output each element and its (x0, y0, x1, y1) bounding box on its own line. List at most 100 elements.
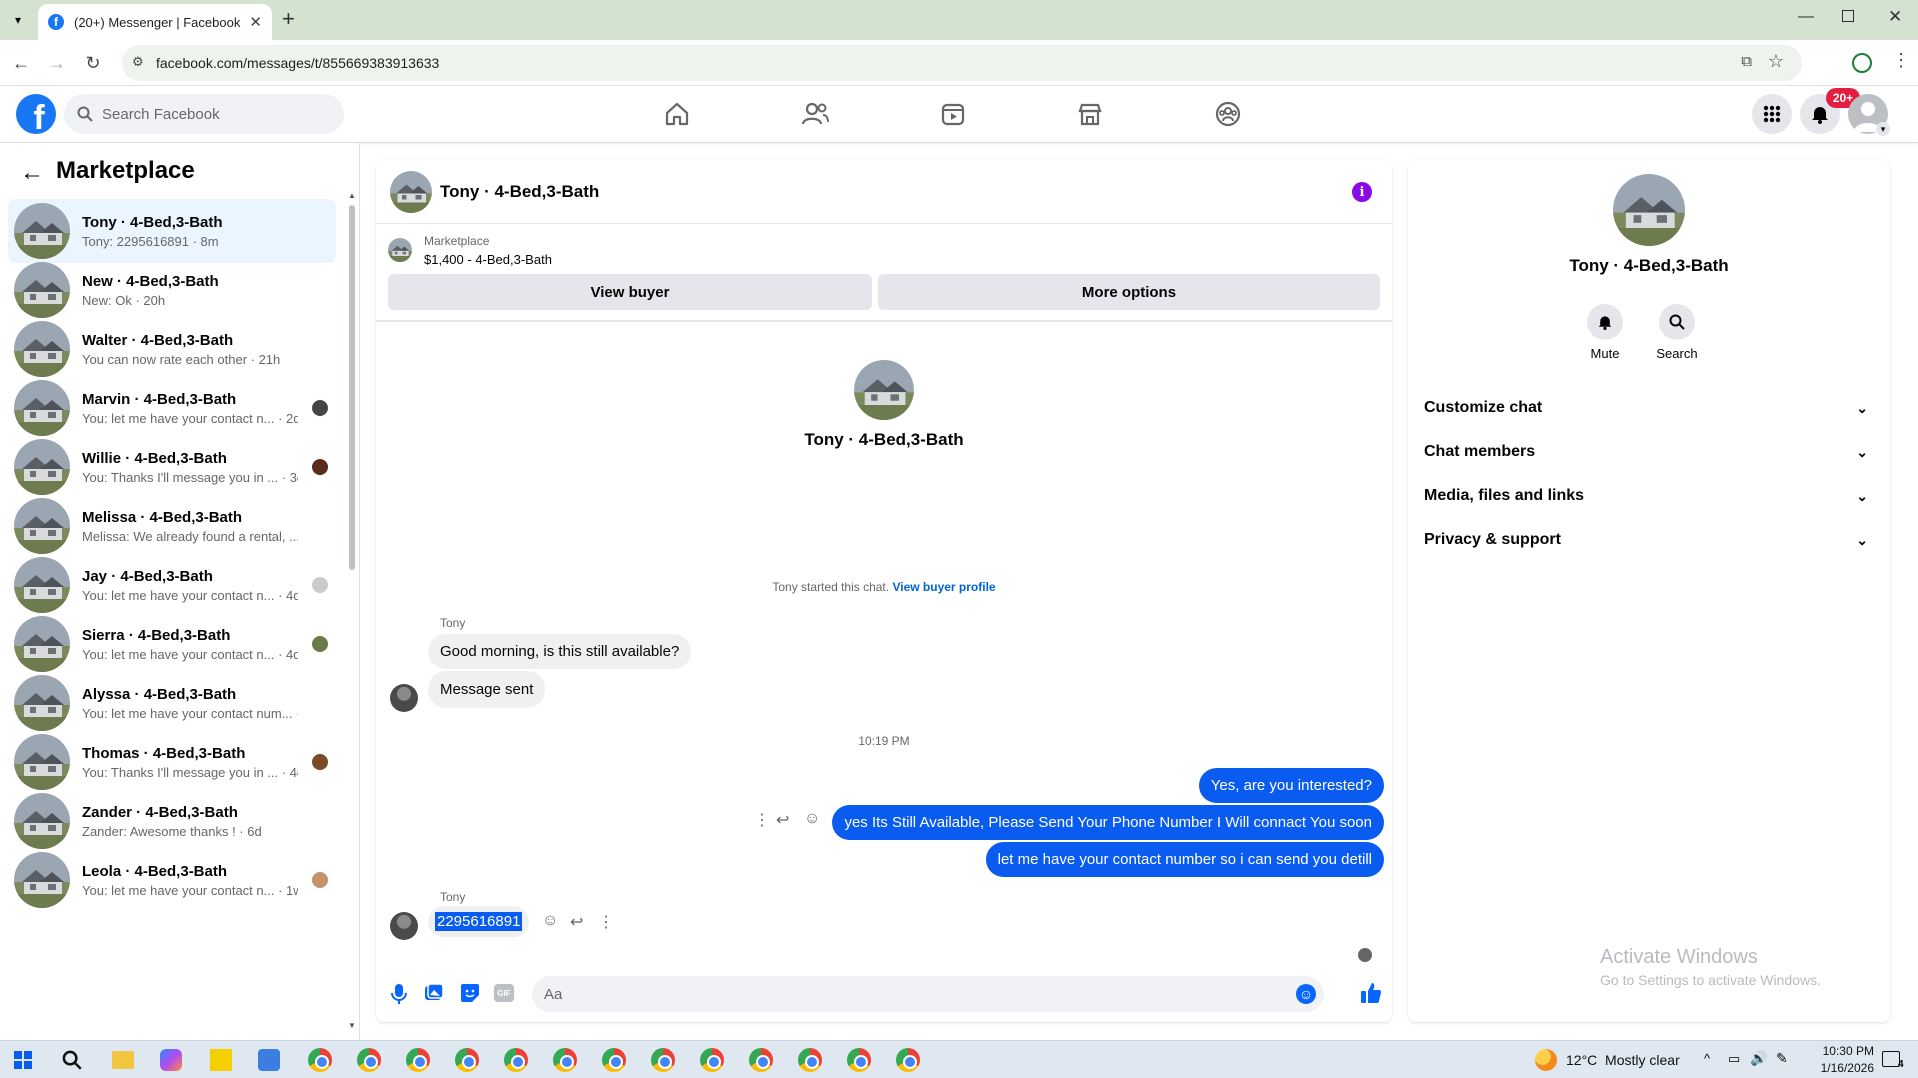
mute-button[interactable]: Mute (1580, 304, 1630, 361)
details-section-media-files-and-links[interactable]: Media, files and links ⌄ (1424, 476, 1874, 516)
chrome-taskbar-icon[interactable] (455, 1048, 479, 1072)
message-incoming[interactable]: Message sent (428, 671, 546, 708)
copilot-icon[interactable] (160, 1049, 182, 1071)
message-input[interactable]: Aa ☺ (532, 976, 1324, 1012)
chrome-taskbar-icon[interactable] (896, 1048, 920, 1072)
conversation-info-icon[interactable]: i (1352, 182, 1372, 202)
message-outgoing[interactable]: let me have your contact number so i can… (985, 842, 1384, 877)
gif-icon[interactable]: GIF (494, 984, 514, 1002)
chrome-taskbar-icon[interactable] (504, 1048, 528, 1072)
conversation-item[interactable]: Melissa · 4-Bed,3-Bath Melissa: We alread… (8, 494, 336, 558)
chrome-taskbar-icon[interactable] (847, 1048, 871, 1072)
window-restore-icon[interactable] (1842, 10, 1854, 22)
groups-nav-icon[interactable] (1208, 96, 1248, 132)
app-icon[interactable] (258, 1049, 280, 1071)
scroll-up-icon[interactable]: ▲ (348, 191, 356, 200)
chrome-taskbar-icon[interactable] (406, 1048, 430, 1072)
chrome-taskbar-icon[interactable] (357, 1048, 381, 1072)
forward-icon[interactable]: → (44, 50, 70, 76)
sticky-notes-icon[interactable] (210, 1049, 232, 1071)
message-outgoing[interactable]: Yes, are you interested? (1198, 768, 1384, 803)
chrome-taskbar-icon[interactable] (553, 1048, 577, 1072)
emoji-icon[interactable]: ☺ (1296, 984, 1316, 1004)
intro-avatar[interactable] (854, 360, 914, 420)
weather-icon[interactable] (1535, 1049, 1557, 1071)
more-options-button[interactable]: More options (878, 274, 1380, 310)
conversation-item[interactable]: Tony · 4-Bed,3-Bath Tony: 2295616891 · 8m (8, 199, 336, 263)
view-buyer-profile-link[interactable]: View buyer profile (892, 580, 995, 594)
reply-icon[interactable]: ↩ (570, 912, 583, 932)
back-icon[interactable]: ← (8, 50, 34, 76)
message-incoming[interactable]: Good morning, is this still available? (428, 634, 692, 669)
conversation-item[interactable]: Leola · 4-Bed,3-Bath You: let me have you… (8, 848, 336, 912)
search-in-conversation-button[interactable]: Search (1652, 304, 1702, 361)
friends-nav-icon[interactable] (795, 96, 835, 132)
chrome-taskbar-icon[interactable] (602, 1048, 626, 1072)
home-nav-icon[interactable] (657, 96, 697, 132)
window-close-icon[interactable]: ✕ (1888, 7, 1902, 27)
conversation-item[interactable]: Walter · 4-Bed,3-Bath You can now rate ea… (8, 317, 336, 381)
conversation-item[interactable]: Willie · 4-Bed,3-Bath You: Thanks I'll me… (8, 435, 336, 499)
profile-icon[interactable] (1852, 53, 1872, 73)
site-info-icon[interactable]: ⚙ (132, 54, 144, 70)
install-app-icon[interactable]: ⧉ (1741, 53, 1752, 70)
taskbar-search-icon[interactable] (62, 1050, 82, 1070)
conversation-item[interactable]: Alyssa · 4-Bed,3-Bath You: let me have yo… (8, 671, 336, 735)
chrome-taskbar-icon[interactable] (308, 1048, 332, 1072)
pen-icon[interactable]: ✎ (1776, 1050, 1788, 1067)
phone-number-selected[interactable]: 2295616891 (434, 912, 523, 931)
microphone-icon[interactable] (390, 983, 408, 1005)
speaker-icon[interactable]: 🔊 (1750, 1050, 1767, 1067)
reply-icon[interactable]: ↩ (776, 810, 789, 830)
details-section-customize-chat[interactable]: Customize chat ⌄ (1424, 388, 1874, 428)
file-explorer-icon[interactable] (112, 1051, 134, 1069)
chat-avatar[interactable] (390, 170, 432, 213)
facebook-logo-icon[interactable]: f (16, 94, 56, 134)
view-buyer-button[interactable]: View buyer (388, 274, 872, 310)
conversation-scrollbar[interactable]: ▲ ▼ (348, 191, 356, 1030)
details-section-chat-members[interactable]: Chat members ⌄ (1424, 432, 1874, 472)
clock-time[interactable]: 10:30 PM (1810, 1044, 1874, 1058)
bookmark-star-icon[interactable]: ☆ (1768, 51, 1784, 72)
marketplace-nav-icon[interactable] (1070, 96, 1110, 132)
photo-icon[interactable] (424, 983, 444, 1003)
watch-nav-icon[interactable] (933, 96, 973, 132)
menu-grid-button[interactable] (1752, 94, 1792, 134)
facebook-search-input[interactable]: Search Facebook (64, 94, 344, 134)
weather-text[interactable]: 12°C Mostly clear (1566, 1052, 1680, 1068)
sender-avatar[interactable] (390, 684, 418, 712)
sticker-icon[interactable] (460, 983, 480, 1003)
display-icon[interactable]: ▭ (1728, 1051, 1740, 1067)
tab-list-dropdown-icon[interactable]: ▾ (8, 10, 28, 30)
conversation-item[interactable]: Thomas · 4-Bed,3-Bath You: Thanks I'll me… (8, 730, 336, 794)
reload-icon[interactable]: ↻ (80, 50, 106, 76)
like-thumb-icon[interactable] (1360, 982, 1382, 1004)
more-actions-icon[interactable]: ⋮ (754, 810, 770, 830)
browser-menu-icon[interactable]: ⋮ (1892, 50, 1910, 71)
more-actions-icon[interactable]: ⋮ (598, 912, 614, 932)
account-chevron-icon[interactable]: ▾ (1876, 122, 1890, 136)
react-icon[interactable]: ☺ (542, 912, 558, 930)
scroll-down-icon[interactable]: ▼ (348, 1021, 356, 1030)
conversation-item[interactable]: Sierra · 4-Bed,3-Bath You: let me have yo… (8, 612, 336, 676)
react-icon[interactable]: ☺ (804, 810, 820, 828)
listing-row[interactable]: Marketplace $1,400 - 4-Bed,3-Bath (388, 232, 1378, 268)
tab-close-icon[interactable]: ✕ (249, 13, 262, 31)
chat-title[interactable]: Tony · 4-Bed,3-Bath (440, 182, 599, 202)
message-outgoing[interactable]: yes Its Still Available, Please Send You… (832, 805, 1384, 840)
conversation-item[interactable]: Marvin · 4-Bed,3-Bath You: let me have yo… (8, 376, 336, 440)
windows-start-icon[interactable] (14, 1051, 32, 1069)
details-section-privacy-support[interactable]: Privacy & support ⌄ (1424, 520, 1874, 560)
chrome-taskbar-icon[interactable] (651, 1048, 675, 1072)
new-tab-icon[interactable]: + (282, 6, 295, 32)
chrome-taskbar-icon[interactable] (749, 1048, 773, 1072)
conversation-item[interactable]: Zander · 4-Bed,3-Bath Zander: Awesome tha… (8, 789, 336, 853)
sender-avatar[interactable] (390, 912, 418, 940)
clock-date[interactable]: 1/16/2026 (1806, 1061, 1874, 1075)
chrome-taskbar-icon[interactable] (700, 1048, 724, 1072)
message-incoming-phone[interactable]: 2295616891 (428, 906, 530, 937)
back-arrow-icon[interactable]: ← (20, 159, 44, 187)
browser-tab-messenger[interactable]: f (20+) Messenger | Facebook ✕ (38, 4, 272, 40)
chrome-taskbar-icon[interactable] (798, 1048, 822, 1072)
scroll-thumb[interactable] (349, 205, 355, 570)
